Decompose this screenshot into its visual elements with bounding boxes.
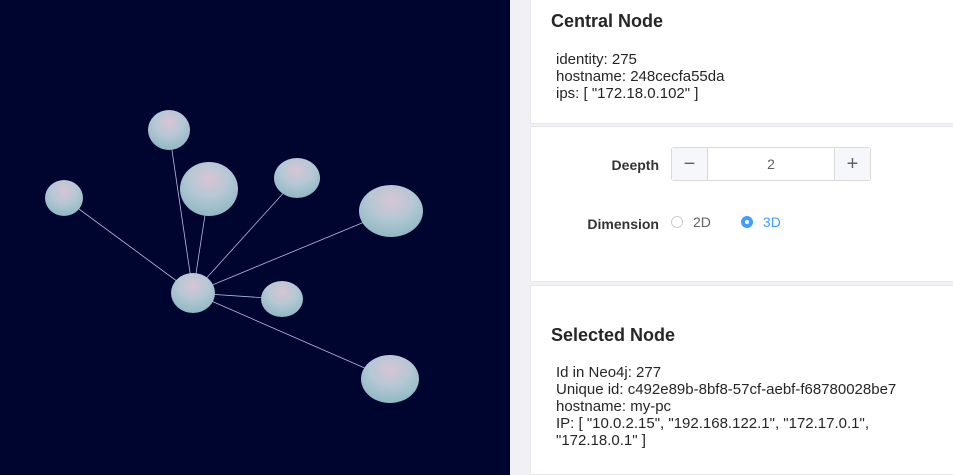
central-node-hostname: hostname: 248cecfa55da (556, 68, 725, 85)
graph-node-central[interactable] (171, 273, 215, 313)
graph-node-selected[interactable] (361, 355, 419, 403)
graph-edge (192, 210, 392, 294)
graph-node[interactable] (359, 185, 423, 237)
graph-node[interactable] (180, 162, 238, 216)
depth-stepper[interactable]: − + (671, 147, 871, 181)
graph-nodes[interactable] (45, 110, 423, 403)
radio-2d-label[interactable]: 2D (693, 214, 711, 230)
selected-node-neo4j-id: Id in Neo4j: 277 (556, 364, 662, 381)
graph-node[interactable] (148, 110, 190, 150)
selected-node-ips: IP: [ "10.0.2.15", "192.168.122.1", "172… (556, 415, 870, 432)
central-node-card: Central Node identity: 275 hostname: 248… (530, 0, 953, 124)
radio-3d[interactable]: 3D (740, 214, 781, 230)
central-node-identity: identity: 275 (556, 51, 637, 68)
increase-depth-button[interactable]: + (834, 148, 870, 180)
side-panel: Central Node identity: 275 hostname: 248… (510, 0, 953, 475)
graph-edge (168, 129, 194, 294)
radio-2d-circle[interactable] (671, 216, 683, 228)
depth-label: Deepth (611, 157, 659, 173)
decrease-depth-button[interactable]: − (672, 148, 708, 180)
depth-input[interactable] (708, 148, 834, 180)
graph-node[interactable] (261, 281, 303, 317)
selected-node-unique-id: Unique id: c492e89b-8bf8-57cf-aebf-f6878… (556, 381, 897, 398)
radio-3d-label[interactable]: 3D (763, 214, 781, 230)
graph-edge (63, 197, 194, 294)
selected-node-title: Selected Node (551, 325, 676, 345)
dimension-radio-group: 2D 3D (671, 214, 811, 230)
graph-svg[interactable] (0, 0, 510, 475)
graph-edges (63, 129, 392, 380)
central-node-properties: identity: 275 hostname: 248cecfa55da ips… (556, 51, 724, 102)
central-node-ips: ips: [ "172.18.0.102" ] (556, 85, 699, 102)
graph-canvas[interactable] (0, 0, 510, 475)
graph-node[interactable] (274, 158, 320, 198)
radio-3d-circle[interactable] (740, 216, 753, 228)
selected-node-card: Selected Node Id in Neo4j: 277 Unique id… (530, 285, 953, 475)
selected-node-hostname: hostname: my-pc (556, 398, 672, 415)
options-card: Deepth − + Dimension 2D 3D (530, 126, 953, 282)
radio-2d[interactable]: 2D (671, 214, 711, 230)
selected-node-properties: Id in Neo4j: 277 Unique id: c492e89b-8bf… (556, 364, 896, 449)
dimension-label: Dimension (587, 216, 659, 232)
central-node-title: Central Node (551, 11, 664, 31)
selected-node-ips-continued: "172.18.0.1" ] (556, 432, 646, 449)
graph-node[interactable] (45, 180, 83, 216)
